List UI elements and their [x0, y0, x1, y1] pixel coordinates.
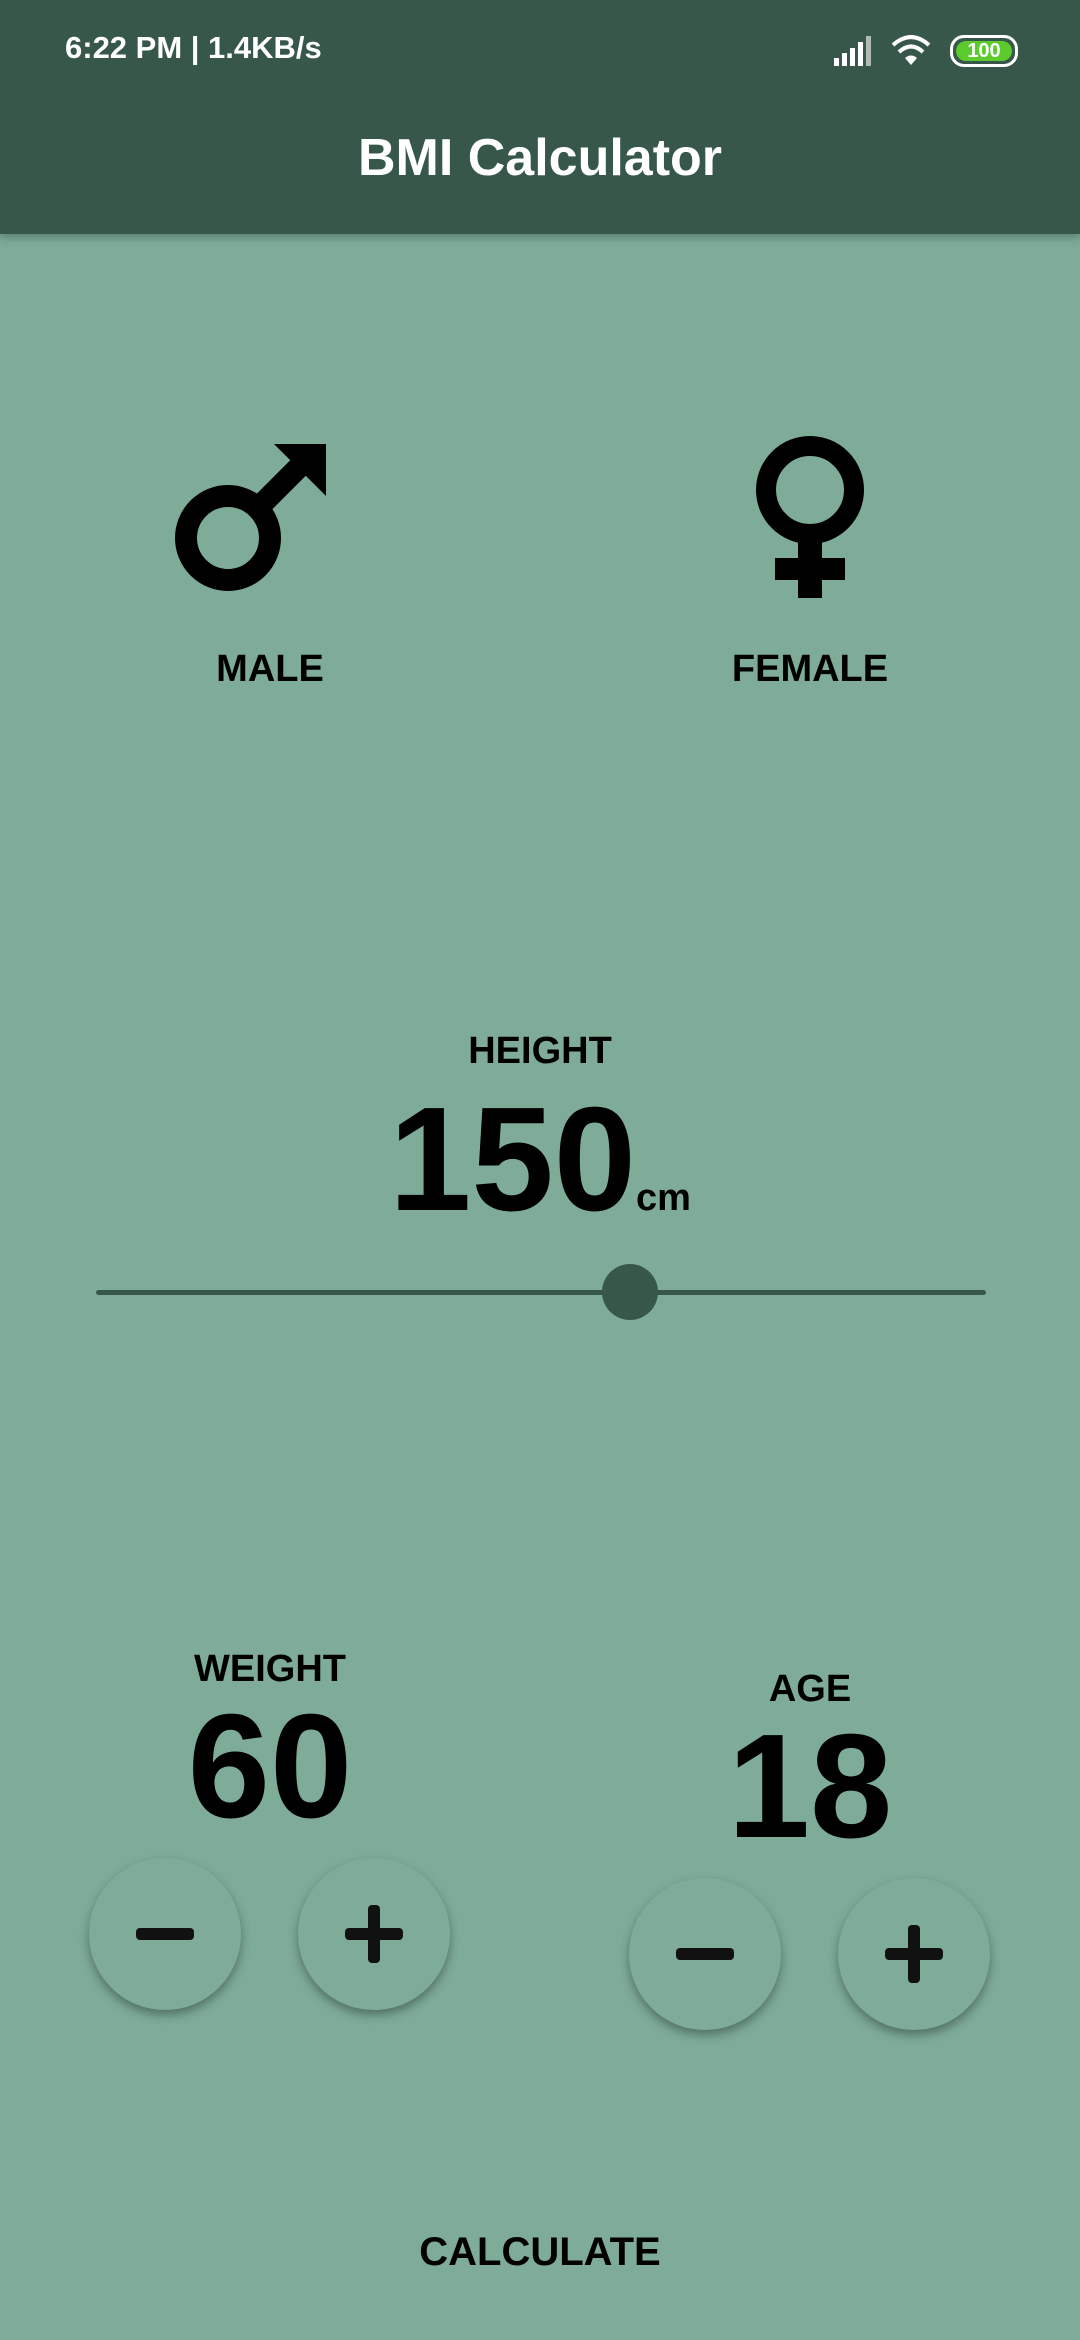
male-icon	[175, 444, 326, 591]
minus-icon	[676, 1948, 734, 1960]
status-time: 6:22 PM | 1.4KB/s	[65, 30, 322, 65]
male-label: MALE	[216, 648, 324, 690]
weight-decrement-button[interactable]	[89, 1858, 241, 2010]
calculate-button[interactable]: CALCULATE	[0, 2230, 1080, 2275]
age-counter: AGE 18	[540, 1668, 1080, 1869]
plus-icon	[885, 1925, 943, 1983]
signal-icon	[834, 36, 871, 66]
page-title: BMI Calculator	[357, 129, 723, 187]
height-label: HEIGHT	[468, 1030, 612, 1072]
age-value: 18	[727, 1704, 893, 1869]
height-unit: cm	[636, 1177, 691, 1219]
age-decrement-button[interactable]	[629, 1878, 781, 2030]
battery-level: 100	[967, 39, 1001, 62]
female-label: FEMALE	[731, 648, 889, 690]
battery-icon: 100	[950, 35, 1018, 67]
height-display: 150cm	[0, 1085, 1080, 1235]
weight-counter: WEIGHT 60	[0, 1648, 540, 1849]
status-icons: 100	[832, 32, 1018, 70]
weight-increment-button[interactable]	[298, 1858, 450, 2010]
app-bar: 6:22 PM | 1.4KB/s 100 BMI Calculator	[0, 0, 1080, 234]
weight-value: 60	[187, 1684, 353, 1849]
wifi-icon	[891, 35, 931, 65]
height-value: 150	[389, 1077, 636, 1242]
height-slider-track	[96, 1290, 986, 1295]
plus-icon	[345, 1905, 403, 1963]
height-slider-thumb[interactable]	[602, 1264, 658, 1320]
female-icon	[756, 436, 864, 598]
height-slider[interactable]	[96, 1264, 986, 1320]
minus-icon	[136, 1928, 194, 1940]
age-increment-button[interactable]	[838, 1878, 990, 2030]
